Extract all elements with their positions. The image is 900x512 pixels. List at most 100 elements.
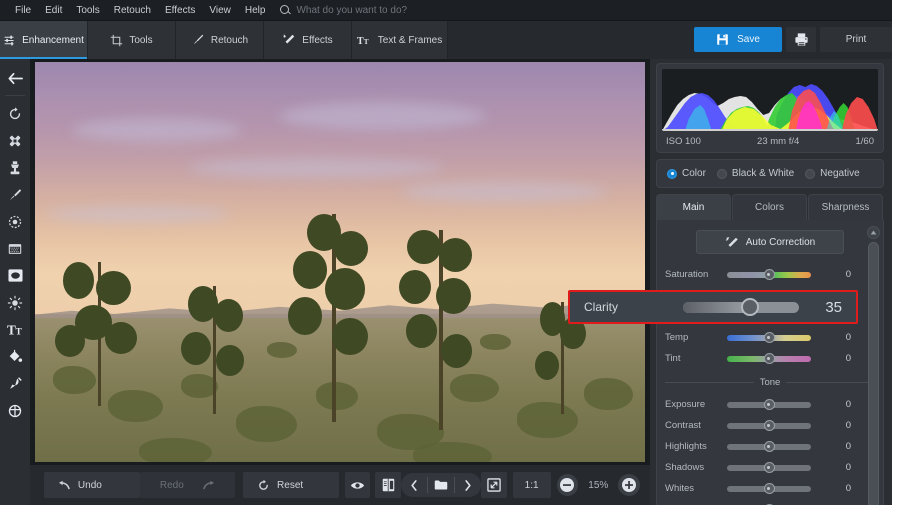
slider-track-tint[interactable] (727, 353, 811, 364)
radio-negative[interactable]: Negative (805, 168, 860, 179)
tone-section-divider: Tone (665, 372, 876, 392)
menu-item-view[interactable]: View (202, 0, 238, 21)
tool-texture[interactable] (1, 235, 29, 262)
slider-row-temp[interactable]: Temp 0 (665, 327, 875, 348)
compare-button[interactable] (375, 472, 402, 498)
menu-item-tools[interactable]: Tools (69, 0, 106, 21)
tool-rotate[interactable] (1, 100, 29, 127)
menu-item-retouch[interactable]: Retouch (107, 0, 158, 21)
exif-strip: ISO 100 23 mm f/4 1/60 (657, 136, 883, 152)
tab-enhancement[interactable]: Enhancement (0, 21, 88, 59)
slider-track-shadows[interactable] (727, 462, 811, 473)
tool-brush[interactable] (1, 181, 29, 208)
auto-correction-button[interactable]: Auto Correction (696, 230, 844, 254)
slider-value-saturation: 0 (845, 269, 851, 280)
slider-knob-temp[interactable] (763, 332, 775, 343)
printer-icon (794, 33, 808, 46)
slider-row-shadows[interactable]: Shadows 0 (665, 457, 875, 478)
tool-text[interactable]: TT (1, 316, 29, 343)
image-canvas[interactable] (30, 59, 650, 465)
print-button[interactable]: Print (820, 27, 892, 52)
slider-knob-contrast[interactable] (763, 420, 775, 431)
panel-tab-main[interactable]: Main (656, 194, 731, 220)
svg-text:T: T (15, 327, 22, 336)
undo-button[interactable]: Undo (43, 472, 140, 498)
fit-to-screen-button[interactable] (480, 472, 507, 498)
reset-button[interactable]: Reset (243, 472, 339, 498)
slider-track-contrast[interactable] (727, 420, 811, 431)
zoom-in-button[interactable] (618, 474, 641, 496)
tool-healing-patch[interactable] (1, 127, 29, 154)
clarity-callout[interactable]: Clarity 35 (568, 290, 858, 324)
radio-black-and-white[interactable]: Black & White (716, 168, 794, 179)
radio-negative-dot (805, 168, 816, 179)
slider-row-whites[interactable]: Whites 0 (665, 478, 875, 499)
undo-label: Undo (77, 479, 102, 491)
radio-color[interactable]: Color (667, 168, 706, 179)
tool-clone-stamp[interactable] (1, 154, 29, 181)
menu-item-file[interactable]: File (8, 0, 38, 21)
search-box[interactable]: What do you want to do? (280, 4, 407, 16)
slider-row-saturation[interactable]: Saturation 0 (665, 264, 875, 285)
tab-retouch[interactable]: Retouch (176, 21, 264, 59)
panel-tab-main-label: Main (682, 202, 705, 213)
tool-crosshair[interactable] (1, 397, 29, 424)
slider-knob-shadows[interactable] (763, 462, 775, 473)
clarity-callout-track[interactable] (682, 298, 800, 316)
minus-circle-icon (560, 478, 575, 492)
window-bottom-edge (0, 505, 900, 512)
tool-paint-bucket[interactable] (1, 343, 29, 370)
slider-row-highlights[interactable]: Highlights 0 (665, 436, 875, 457)
clarity-callout-value: 35 (825, 298, 842, 316)
slider-track-temp[interactable] (727, 332, 811, 343)
panel-scrollbar[interactable] (867, 226, 880, 512)
slider-track-exposure[interactable] (727, 399, 811, 410)
print-icon-button[interactable] (786, 27, 816, 52)
panel-tab-sharpness[interactable]: Sharpness (808, 194, 883, 220)
panel-tab-colors[interactable]: Colors (732, 194, 807, 220)
slider-knob-saturation[interactable] (763, 269, 775, 280)
slider-track-whites[interactable] (727, 483, 811, 494)
scroll-up-button[interactable] (867, 226, 880, 239)
clarity-callout-fill (682, 301, 751, 313)
tab-text-and-frames[interactable]: TT Text & Frames (352, 21, 448, 59)
clone-stamp-icon (10, 160, 20, 174)
slider-row-exposure[interactable]: Exposure 0 (665, 394, 875, 415)
tab-effects[interactable]: Effects (264, 21, 352, 59)
photo-joshua-tree (181, 286, 248, 414)
slider-row-tint[interactable]: Tint 0 (665, 348, 875, 369)
menu-item-help[interactable]: Help (238, 0, 273, 21)
prev-image-button[interactable] (401, 473, 427, 497)
open-folder-button[interactable] (428, 473, 454, 497)
slider-label-temp: Temp (665, 332, 689, 343)
menu-item-effects[interactable]: Effects (158, 0, 202, 21)
clarity-callout-knob[interactable] (741, 298, 760, 316)
text-icon: TT (357, 35, 369, 46)
save-button-label: Save (737, 34, 760, 45)
one-to-one-button[interactable]: 1:1 (512, 472, 551, 498)
redo-button[interactable]: Redo (139, 472, 236, 498)
menu-item-edit[interactable]: Edit (38, 0, 69, 21)
tool-back-arrow[interactable] (1, 65, 29, 92)
tool-vignette[interactable] (1, 262, 29, 289)
scrollbar-thumb[interactable] (868, 242, 879, 509)
tool-spot-remover[interactable] (1, 208, 29, 235)
tool-brightness[interactable] (1, 289, 29, 316)
zoom-out-button[interactable] (556, 474, 579, 496)
slider-track-saturation[interactable] (727, 269, 811, 280)
split-compare-icon (382, 478, 395, 492)
slider-knob-tint[interactable] (763, 353, 775, 364)
next-image-button[interactable] (455, 473, 481, 497)
slider-knob-exposure[interactable] (763, 399, 775, 410)
tab-tools[interactable]: Tools (88, 21, 176, 59)
auto-correction-label: Auto Correction (745, 236, 816, 248)
slider-track-highlights[interactable] (727, 441, 811, 452)
preview-toggle-button[interactable] (344, 472, 371, 498)
slider-knob-highlights[interactable] (763, 441, 775, 452)
slider-knob-whites[interactable] (763, 483, 775, 494)
slider-row-contrast[interactable]: Contrast 0 (665, 415, 875, 436)
chevron-left-icon (411, 479, 417, 491)
tool-color-picker[interactable] (1, 370, 29, 397)
photo-joshua-tree (287, 214, 376, 422)
save-button[interactable]: Save (694, 27, 782, 52)
